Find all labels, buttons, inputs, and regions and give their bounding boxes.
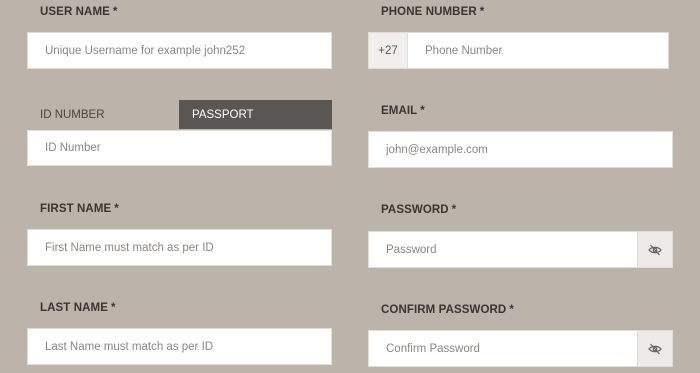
eye-off-icon bbox=[648, 244, 662, 255]
phone-field[interactable]: +27 bbox=[368, 32, 669, 69]
phone-input[interactable] bbox=[408, 33, 668, 68]
password-label: PASSWORD * bbox=[381, 204, 456, 216]
confirm-password-input[interactable] bbox=[369, 331, 637, 366]
password-required-mark: * bbox=[451, 204, 457, 216]
country-code-prefix: +27 bbox=[369, 33, 408, 68]
first-name-label-text: FIRST NAME bbox=[40, 203, 112, 215]
eye-off-icon bbox=[648, 343, 662, 354]
last-name-label: LAST NAME * bbox=[40, 302, 116, 314]
password-visibility-toggle[interactable] bbox=[637, 232, 672, 267]
phone-label-text: PHONE NUMBER bbox=[381, 6, 477, 18]
last-name-label-text: LAST NAME bbox=[40, 302, 108, 314]
last-name-input[interactable] bbox=[28, 329, 331, 364]
first-name-required-mark: * bbox=[114, 203, 119, 215]
confirm-password-visibility-toggle[interactable] bbox=[637, 331, 672, 366]
username-label-text: USER NAME bbox=[40, 6, 110, 18]
password-label-text: PASSWORD bbox=[381, 204, 449, 216]
phone-label: PHONE NUMBER * bbox=[381, 6, 484, 18]
id-number-field[interactable] bbox=[27, 130, 332, 166]
email-input[interactable] bbox=[369, 132, 672, 167]
id-number-input[interactable] bbox=[28, 131, 331, 165]
email-label-text: EMAIL bbox=[381, 105, 418, 117]
username-label: USER NAME * bbox=[40, 6, 117, 18]
email-required-mark: * bbox=[420, 105, 425, 117]
tab-id-number[interactable]: ID NUMBER bbox=[27, 100, 179, 129]
confirm-password-field[interactable] bbox=[368, 330, 673, 367]
username-input[interactable] bbox=[28, 33, 331, 68]
confirm-password-required-mark: * bbox=[509, 304, 514, 316]
password-input[interactable] bbox=[369, 232, 637, 267]
email-label: EMAIL * bbox=[381, 105, 425, 117]
confirm-password-label: CONFIRM PASSWORD * bbox=[381, 304, 514, 316]
registration-form: USER NAME* PHONE NUMBER* +27 ID NUMBER P… bbox=[0, 0, 700, 373]
username-required-mark: * bbox=[112, 6, 118, 18]
email-field[interactable] bbox=[368, 131, 673, 168]
tab-id-number-label: ID NUMBER bbox=[40, 108, 105, 121]
last-name-required-mark: * bbox=[110, 302, 116, 314]
password-field[interactable] bbox=[368, 231, 673, 268]
tab-passport[interactable]: PASSPORT bbox=[179, 100, 332, 129]
username-field[interactable] bbox=[27, 32, 332, 69]
first-name-label: FIRST NAME * bbox=[40, 203, 119, 215]
confirm-password-label-text: CONFIRM PASSWORD bbox=[381, 304, 507, 316]
tab-passport-label: PASSPORT bbox=[192, 108, 254, 121]
first-name-field[interactable] bbox=[27, 229, 332, 266]
phone-required-mark: * bbox=[479, 6, 485, 18]
last-name-field[interactable] bbox=[27, 328, 332, 365]
first-name-input[interactable] bbox=[28, 230, 331, 265]
